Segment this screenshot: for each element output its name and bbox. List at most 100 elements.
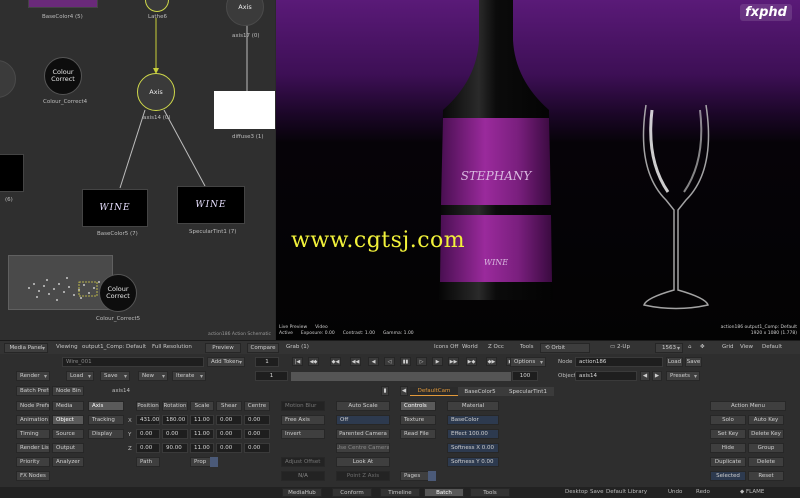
two-up-toggle[interactable]: ▭ 2-Up bbox=[610, 344, 630, 350]
full-resolution[interactable]: Full Resolution bbox=[152, 344, 192, 350]
motion-blur-button[interactable]: Motion Blur bbox=[281, 401, 325, 411]
delete-key-button[interactable]: Delete Key bbox=[748, 429, 784, 439]
scale-header[interactable]: Scale bbox=[190, 401, 214, 411]
solo-button[interactable]: Solo bbox=[710, 415, 746, 425]
position-y-field[interactable]: 0.00 bbox=[136, 429, 160, 439]
invert-button[interactable]: Invert bbox=[281, 429, 325, 439]
icons-off-toggle[interactable]: Icons Off bbox=[434, 344, 458, 350]
batch-prefs-button[interactable]: Batch Prefs bbox=[16, 386, 50, 396]
grid-toggle[interactable]: Grid bbox=[722, 344, 734, 350]
tab-mediahub[interactable]: MediaHub bbox=[282, 488, 322, 497]
add-token-dropdown[interactable]: Add Token bbox=[207, 357, 245, 367]
step-back-icon[interactable]: ◀ bbox=[368, 357, 379, 366]
rotation-z-field[interactable]: 90.00 bbox=[162, 443, 188, 453]
schematic-minimap[interactable] bbox=[8, 255, 113, 310]
current-frame-field[interactable]: 1 bbox=[255, 371, 288, 381]
object-name-field[interactable]: axis14 bbox=[575, 371, 637, 381]
scale-x-field[interactable]: 11.00 bbox=[190, 415, 214, 425]
options-dropdown[interactable]: Options bbox=[510, 357, 546, 367]
collapse-icon[interactable]: ▮ bbox=[381, 386, 389, 396]
axis-selected-node[interactable]: Axis bbox=[137, 73, 175, 111]
rotation-x-field[interactable]: 180.00 bbox=[162, 415, 188, 425]
save-button[interactable]: Save bbox=[590, 489, 604, 495]
tab-batch[interactable]: Batch bbox=[424, 488, 464, 497]
preview-button[interactable]: Preview bbox=[205, 343, 241, 353]
material-header[interactable]: Material bbox=[447, 401, 499, 411]
object-button[interactable]: Object bbox=[52, 415, 84, 425]
position-z-field[interactable]: 0.00 bbox=[136, 443, 160, 453]
node-prefs-button[interactable]: Node Prefs bbox=[16, 401, 50, 411]
presets-dropdown[interactable]: Presets bbox=[666, 371, 700, 381]
viewing-output[interactable]: output1_Comp: Default bbox=[82, 344, 146, 350]
position-x-field[interactable]: 431.00 bbox=[136, 415, 160, 425]
iterate-dropdown[interactable]: Iterate bbox=[172, 371, 206, 381]
centre-y-field[interactable]: 0.00 bbox=[244, 429, 270, 439]
zoom-dropdown[interactable]: 1563 bbox=[655, 343, 683, 353]
tab-tools[interactable]: Tools bbox=[470, 488, 510, 497]
pause-icon[interactable]: ▮▮ bbox=[400, 357, 411, 366]
rewind-icon[interactable]: ◀◀ bbox=[350, 357, 361, 366]
z-occ-toggle[interactable]: Z Occ bbox=[488, 344, 504, 350]
source-button[interactable]: Source bbox=[52, 429, 84, 439]
orbit-tool[interactable]: ⟲ Orbit bbox=[540, 343, 590, 353]
priority-button[interactable]: Priority bbox=[16, 457, 50, 467]
animation-button[interactable]: Animation bbox=[16, 415, 50, 425]
schematic-view[interactable]: BaseColor4 (5) Lathe6 Axis axis17 (0) Co… bbox=[0, 0, 275, 340]
tab-defaultcam[interactable]: DefaultCam bbox=[410, 387, 458, 396]
centre-x-field[interactable]: 0.00 bbox=[244, 415, 270, 425]
speculartint-thumbnail[interactable]: WINE bbox=[177, 186, 245, 224]
display-button[interactable]: Display bbox=[88, 429, 124, 439]
output-button[interactable]: Output bbox=[52, 443, 84, 453]
delete-button[interactable]: Delete bbox=[748, 457, 784, 467]
prev-key-icon[interactable]: ◆◀ bbox=[330, 357, 341, 366]
action-menu-button[interactable]: Action Menu bbox=[710, 401, 786, 411]
prop-slider[interactable] bbox=[210, 457, 218, 467]
free-axis-button[interactable]: Free Axis bbox=[281, 415, 325, 425]
shear-z-field[interactable]: 0.00 bbox=[216, 443, 242, 453]
softness-x-field[interactable]: Softness X 0.00 bbox=[447, 443, 499, 453]
home-icon[interactable]: ⌂ bbox=[688, 344, 692, 350]
node-name-field[interactable]: action186 bbox=[575, 357, 663, 367]
position-header[interactable]: Position bbox=[136, 401, 160, 411]
look-at-button[interactable]: Look At bbox=[336, 457, 390, 467]
default-view[interactable]: Default bbox=[762, 344, 782, 350]
grab-button[interactable]: Grab (1) bbox=[286, 344, 309, 350]
path-button[interactable]: Path bbox=[136, 457, 160, 467]
colour-correct-node-2[interactable]: Colour Correct bbox=[99, 274, 137, 312]
step-forward-icon[interactable]: ▶ bbox=[432, 357, 443, 366]
texture-button[interactable]: Texture bbox=[400, 415, 436, 425]
save-dropdown[interactable]: Save bbox=[100, 371, 130, 381]
node-load-button[interactable]: Load bbox=[666, 357, 683, 367]
prev-object-icon[interactable]: ◀ bbox=[640, 371, 650, 381]
pages-slider[interactable] bbox=[428, 471, 436, 481]
tab-basecolor5[interactable]: BaseColor5 bbox=[458, 387, 502, 396]
tab-speculartint1[interactable]: SpecularTint1 bbox=[502, 387, 554, 396]
auto-key-button[interactable]: Auto Key bbox=[748, 415, 784, 425]
fast-forward-icon[interactable]: ▶▶ bbox=[448, 357, 459, 366]
basecolor5-thumbnail[interactable]: WINE bbox=[82, 189, 148, 227]
softness-y-field[interactable]: Softness Y 0.00 bbox=[447, 457, 499, 467]
shear-header[interactable]: Shear bbox=[216, 401, 242, 411]
wire-name-field[interactable]: Wire_001 bbox=[62, 357, 204, 367]
media-button[interactable]: Media bbox=[52, 401, 84, 411]
parented-camera-button[interactable]: Parented Camera bbox=[336, 429, 390, 439]
step-forward-key-icon[interactable]: ◆▶ bbox=[486, 357, 497, 366]
scale-z-field[interactable]: 11.00 bbox=[190, 443, 214, 453]
group-button[interactable]: Group bbox=[748, 443, 784, 453]
set-key-button[interactable]: Set Key bbox=[710, 429, 746, 439]
timing-button[interactable]: Timing bbox=[16, 429, 50, 439]
world-toggle[interactable]: World bbox=[462, 344, 478, 350]
shear-y-field[interactable]: 0.00 bbox=[216, 429, 242, 439]
duplicate-button[interactable]: Duplicate bbox=[710, 457, 746, 467]
node-bin-button[interactable]: Node Bin bbox=[52, 386, 84, 396]
axis-button[interactable]: Axis bbox=[88, 401, 124, 411]
load-dropdown[interactable]: Load bbox=[66, 371, 94, 381]
timeline-scrubber[interactable] bbox=[291, 372, 511, 381]
desktop-button[interactable]: Desktop bbox=[565, 489, 588, 495]
next-key-icon[interactable]: ▶◆ bbox=[466, 357, 477, 366]
basecolor4-thumbnail[interactable] bbox=[28, 0, 98, 8]
play-icon[interactable]: ▷ bbox=[416, 357, 427, 366]
compare-button[interactable]: Compare bbox=[247, 343, 279, 353]
diffuse-thumbnail[interactable] bbox=[214, 91, 275, 129]
next-object-icon[interactable]: ▶ bbox=[652, 371, 662, 381]
